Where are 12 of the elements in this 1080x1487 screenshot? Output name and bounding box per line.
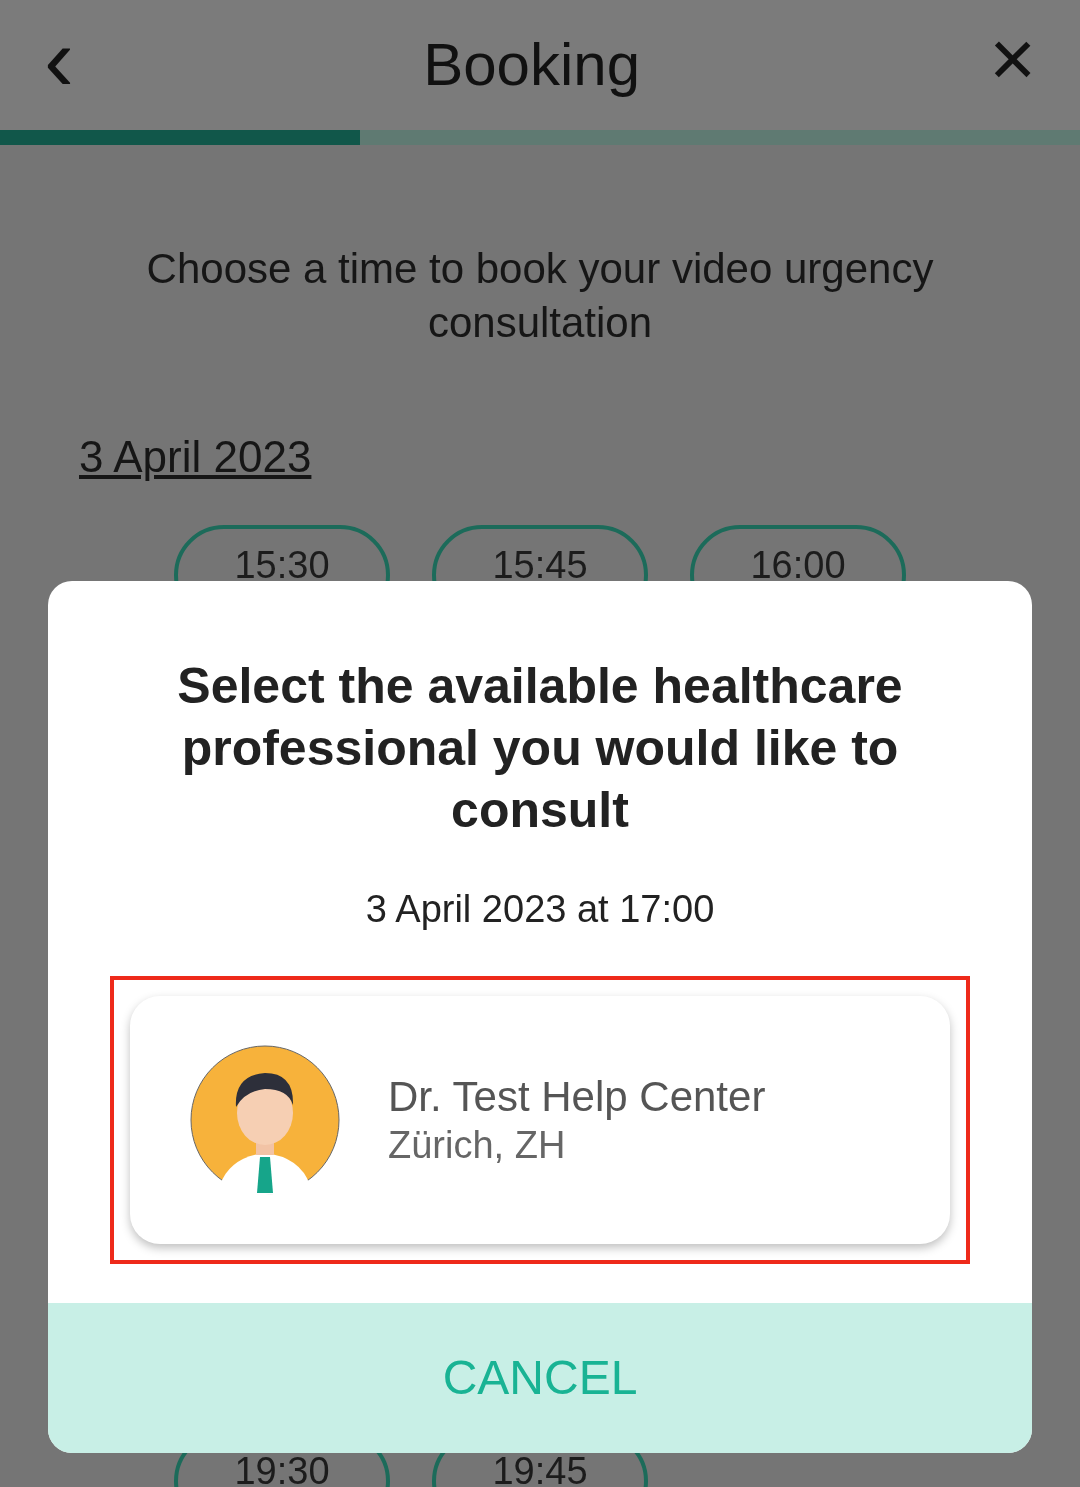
avatar-icon [190, 1045, 340, 1195]
instruction-text: Choose a time to book your video urgency consultation [145, 244, 935, 348]
appointment-datetime: 3 April 2023 at 17:00 [364, 887, 716, 932]
professional-name: Dr. Test Help Center [388, 1072, 766, 1122]
cancel-button[interactable]: CANCEL [48, 1303, 1032, 1453]
date-link[interactable]: 3 April 2023 [79, 432, 312, 481]
page-title: Booking [423, 30, 641, 100]
close-button[interactable]: × [989, 19, 1036, 99]
professional-card[interactable]: Dr. Test Help Center Zürich, ZH [130, 996, 950, 1244]
professional-location: Zürich, ZH [388, 1123, 567, 1168]
back-button[interactable]: ‹ [44, 14, 74, 104]
dialog-title: Select the available healthcare professional you would like to consult [176, 657, 904, 840]
